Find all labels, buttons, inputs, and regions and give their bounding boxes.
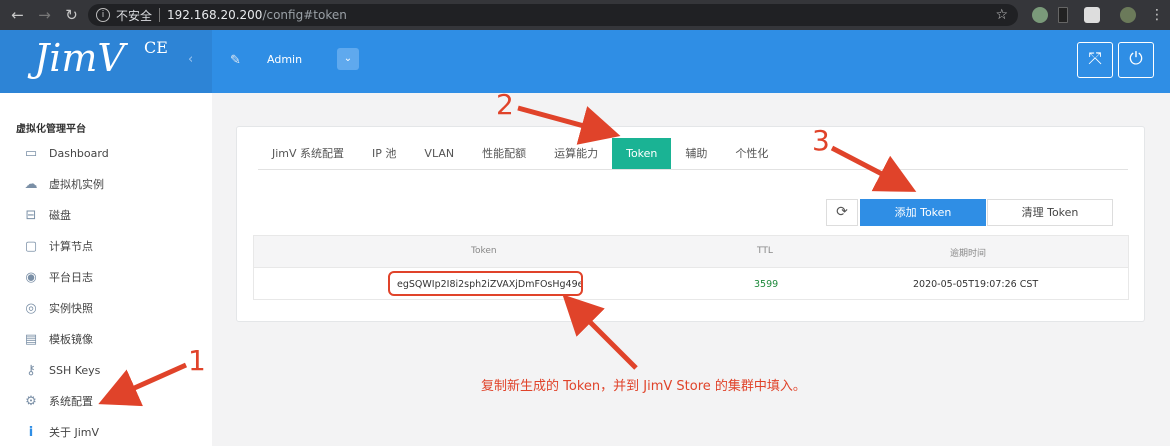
sidebar-collapse-icon[interactable]: ‹ xyxy=(188,52,193,67)
column-header-expires: 逾期时间 xyxy=(950,249,987,259)
sidebar-item-instances[interactable]: ☁ 虚拟机实例 xyxy=(22,174,105,194)
expand-icon: ⤧ xyxy=(1088,49,1102,69)
user-name[interactable]: Admin xyxy=(267,53,302,66)
info-icon: i xyxy=(28,424,34,440)
reload-icon[interactable]: ↻ xyxy=(58,6,85,24)
sidebar-item-compute-nodes[interactable]: ▢ 计算节点 xyxy=(22,236,93,256)
address-bar[interactable]: i 不安全 192.168.20.200 /config#token ☆ xyxy=(88,4,1018,26)
ghost-extension-icon[interactable] xyxy=(1084,7,1100,23)
menu-dots-icon[interactable]: ⋮ xyxy=(1150,7,1164,23)
tab-divider xyxy=(258,169,1128,170)
key-icon: ⚷ xyxy=(26,362,36,378)
url-path: /config#token xyxy=(262,8,347,22)
sidebar-item-label: Dashboard xyxy=(49,146,109,160)
sidebar-item-label: 计算节点 xyxy=(49,240,93,253)
refresh-button[interactable]: ⟳ xyxy=(826,199,858,226)
dashboard-icon: ▭ xyxy=(24,145,38,161)
clear-token-button[interactable]: 清理 Token xyxy=(987,199,1113,226)
sidebar-item-label: 平台日志 xyxy=(49,271,93,284)
cloud-icon: ☁ xyxy=(24,176,38,192)
column-header-token: Token xyxy=(471,246,497,256)
token-highlight-box xyxy=(388,271,583,296)
camera-icon: ◎ xyxy=(25,300,37,316)
tab-compute-capacity[interactable]: 运算能力 xyxy=(540,138,612,169)
bookmark-star-icon[interactable]: ☆ xyxy=(995,7,1008,23)
insecure-label: 不安全 xyxy=(116,8,153,23)
extension-icon[interactable] xyxy=(1032,7,1048,23)
info-icon[interactable]: i xyxy=(96,8,110,22)
tab-token[interactable]: Token xyxy=(612,138,672,169)
ttl-value: 3599 xyxy=(754,279,779,290)
tab-system-config[interactable]: JimV 系统配置 xyxy=(258,138,358,169)
sidebar-item-label: SSH Keys xyxy=(49,363,101,377)
tab-quota[interactable]: 性能配额 xyxy=(468,138,540,169)
user-avatar-icon: ✎ xyxy=(230,53,241,68)
step-3-number: 3 xyxy=(812,124,830,157)
instruction-caption: 复制新生成的 Token，并到 JimV Store 的集群中填入。 xyxy=(481,379,806,394)
sidebar-item-label: 磁盘 xyxy=(49,209,71,222)
add-token-button[interactable]: 添加 Token xyxy=(860,199,986,226)
column-header-ttl: TTL xyxy=(757,246,773,256)
sidebar-item-disks[interactable]: ⊟ 磁盘 xyxy=(22,205,71,225)
tab-ip-pool[interactable]: IP 池 xyxy=(358,138,410,169)
app-logo-suffix: CE xyxy=(144,38,168,57)
tab-vlan[interactable]: VLAN xyxy=(410,138,468,169)
user-dropdown-button[interactable]: ⌄ xyxy=(337,48,359,70)
tab-auxiliary[interactable]: 辅助 xyxy=(671,138,721,169)
sidebar-item-system-config[interactable]: ⚙ 系统配置 xyxy=(22,391,93,411)
sidebar-item-logs[interactable]: ◉ 平台日志 xyxy=(22,267,93,287)
eye-icon: ◉ xyxy=(25,269,37,285)
sidebar-item-dashboard[interactable]: ▭ Dashboard xyxy=(22,143,109,163)
sidebar-item-about[interactable]: i 关于 JimV xyxy=(22,422,99,442)
sidebar-item-templates[interactable]: ▤ 模板镜像 xyxy=(22,329,93,349)
sidebar-item-label: 模板镜像 xyxy=(49,333,93,346)
sidebar-item-label: 关于 JimV xyxy=(49,426,100,439)
forward-arrow-icon[interactable]: → xyxy=(31,6,58,24)
profile-avatar[interactable] xyxy=(1120,7,1136,23)
fullscreen-button[interactable]: ⤧ xyxy=(1077,42,1113,78)
power-icon: ⏻ xyxy=(1129,49,1143,69)
tab-personalize[interactable]: 个性化 xyxy=(721,138,782,169)
app-logo[interactable]: JimV xyxy=(34,36,125,80)
sidebar-item-ssh-keys[interactable]: ⚷ SSH Keys xyxy=(22,360,100,380)
divider xyxy=(159,8,161,22)
sidebar-item-snapshots[interactable]: ◎ 实例快照 xyxy=(22,298,93,318)
refresh-icon: ⟳ xyxy=(836,204,848,220)
config-tabs: JimV 系统配置 IP 池 VLAN 性能配额 运算能力 Token 辅助 个… xyxy=(258,138,782,169)
sidebar-item-label: 系统配置 xyxy=(49,395,93,408)
extension-icon[interactable] xyxy=(1058,7,1068,23)
sidebar-title: 虚拟化管理平台 xyxy=(16,124,86,135)
logout-button[interactable]: ⏻ xyxy=(1118,42,1154,78)
step-2-number: 2 xyxy=(496,88,514,121)
url-host: 192.168.20.200 xyxy=(167,8,263,22)
monitor-icon: ▢ xyxy=(24,238,38,254)
back-arrow-icon[interactable]: ← xyxy=(4,6,31,24)
template-icon: ▤ xyxy=(24,331,38,347)
disk-icon: ⊟ xyxy=(25,207,37,223)
step-1-number: 1 xyxy=(188,344,206,377)
sidebar-item-label: 虚拟机实例 xyxy=(49,178,104,191)
sidebar-item-label: 实例快照 xyxy=(49,302,93,315)
table-header xyxy=(253,235,1129,268)
expires-value: 2020-05-05T19:07:26 CST xyxy=(913,279,1039,290)
gear-icon: ⚙ xyxy=(25,393,37,409)
